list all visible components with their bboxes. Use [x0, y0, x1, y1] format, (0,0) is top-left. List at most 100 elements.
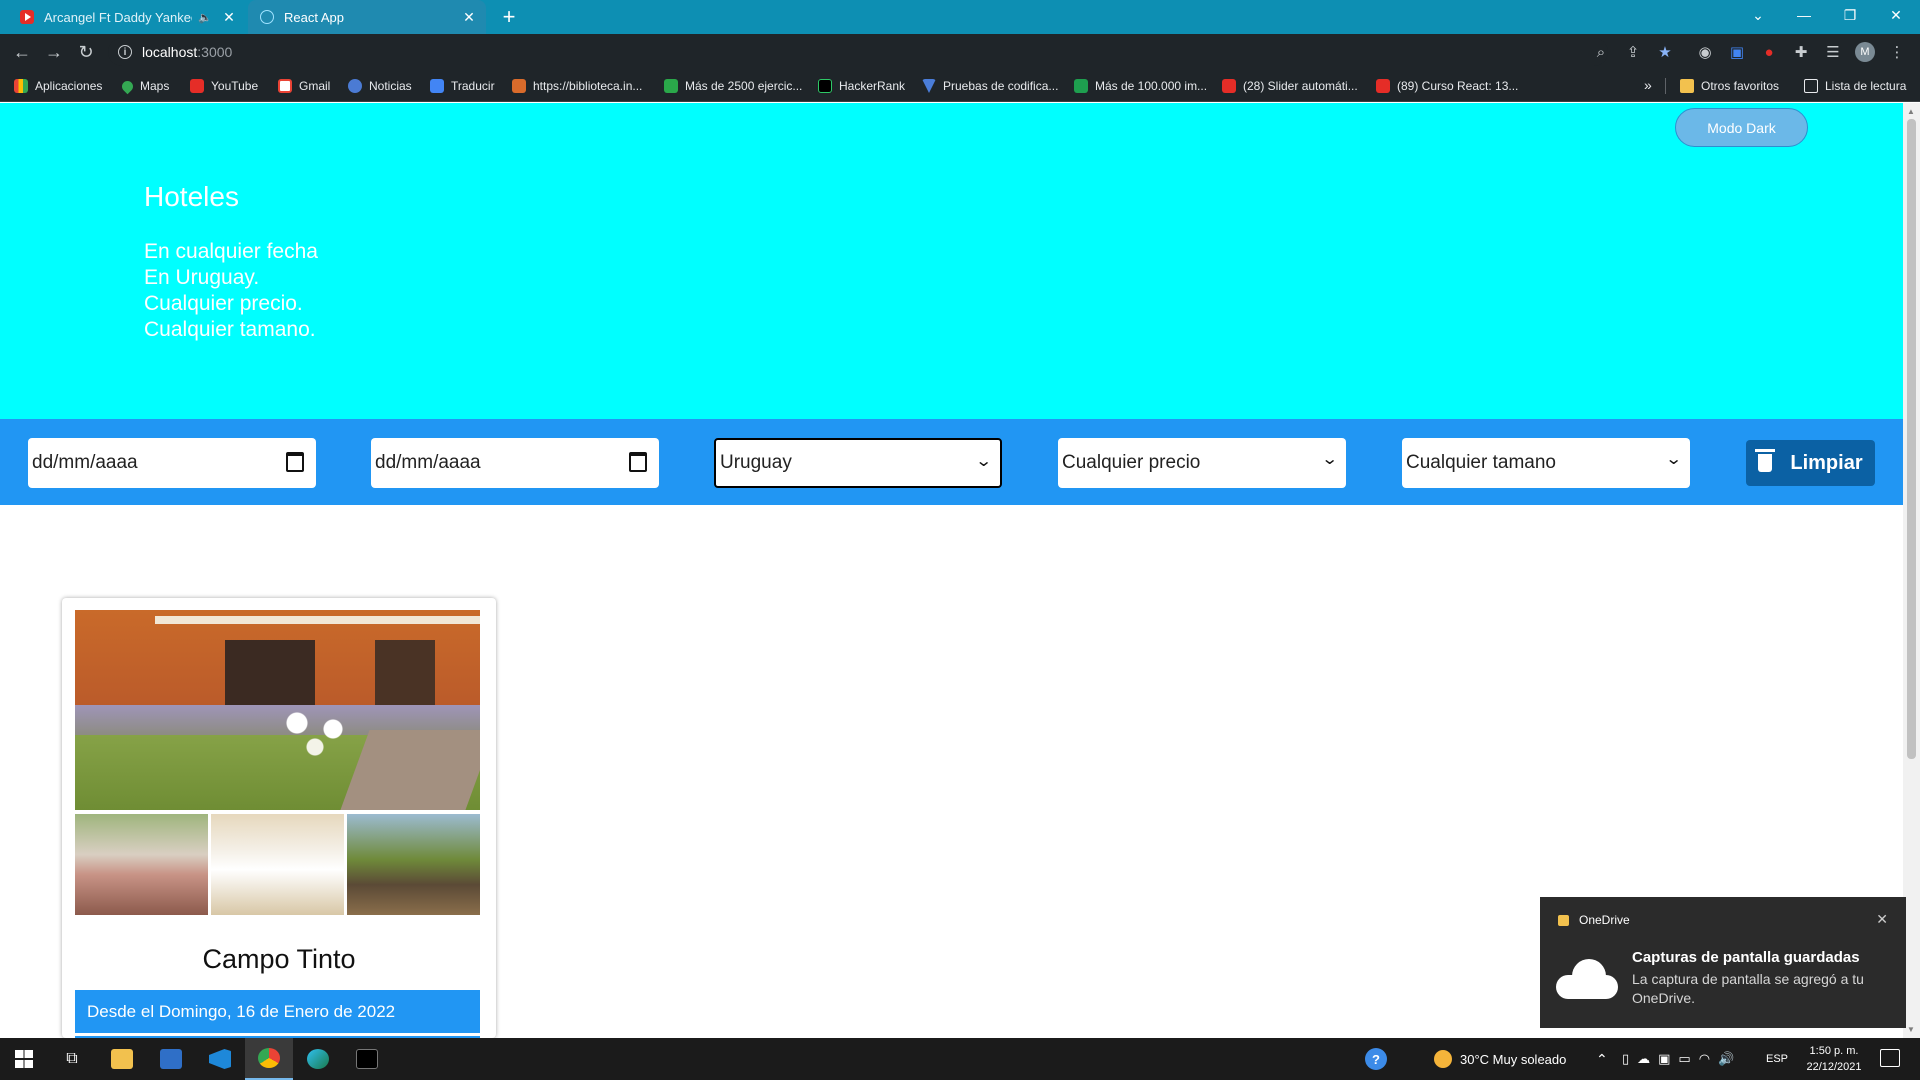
photo-pergola — [155, 616, 480, 624]
bookmark-maps[interactable]: Maps — [119, 70, 169, 102]
close-icon[interactable]: ✕ — [1876, 911, 1888, 928]
bookmark-youtube[interactable]: YouTube — [190, 70, 258, 102]
maps-pin-icon — [119, 78, 136, 94]
chrome-button[interactable] — [245, 1038, 293, 1080]
browser-tab-strip: Arcangel Ft Daddy Yankee Ft 🔈 ✕ React Ap… — [0, 0, 1920, 34]
clear-filters-button[interactable]: Limpiar — [1746, 440, 1875, 486]
translate-icon — [430, 79, 444, 93]
tests-icon — [922, 79, 936, 93]
tab-search-icon[interactable]: ⌄ — [1735, 0, 1781, 30]
date-to-input[interactable]: dd/mm/aaaa — [371, 438, 659, 488]
terminal-button[interactable] — [343, 1038, 391, 1080]
terminal-icon — [356, 1049, 378, 1069]
edge-button[interactable] — [294, 1038, 342, 1080]
help-icon: ? — [1365, 1048, 1387, 1070]
price-select[interactable]: Cualquier precio ⌄ — [1058, 438, 1346, 488]
help-tray[interactable]: ? — [1365, 1038, 1387, 1080]
record-extension-icon[interactable]: ● — [1759, 42, 1779, 62]
task-view-button[interactable]: ⧉ — [48, 1038, 96, 1080]
calendar-icon[interactable] — [286, 452, 304, 472]
bookmark-traducir[interactable]: Traducir — [430, 70, 495, 102]
tab-youtube[interactable]: Arcangel Ft Daddy Yankee Ft 🔈 ✕ — [10, 0, 246, 34]
bookmark-label: Más de 2500 ejercic... — [685, 79, 803, 93]
vscode-button[interactable] — [196, 1038, 244, 1080]
bookmark-slider[interactable]: (28) Slider automáti... — [1222, 70, 1358, 102]
input-language[interactable]: ESP — [1766, 1038, 1788, 1080]
hotel-thumb-picnic — [75, 814, 208, 915]
bookmark-biblioteca[interactable]: https://biblioteca.in... — [512, 70, 642, 102]
minimize-button[interactable]: — — [1781, 0, 1827, 30]
bookmark-noticias[interactable]: Noticias — [348, 70, 412, 102]
show-hidden-icons[interactable]: ⌃ — [1596, 1038, 1608, 1080]
menu-kebab-icon[interactable]: ⋮ — [1887, 42, 1907, 62]
new-tab-button[interactable]: + — [496, 4, 522, 30]
sun-icon — [1434, 1050, 1452, 1068]
reading-list-button[interactable]: Lista de lectura — [1804, 70, 1906, 102]
chevron-down-icon: ⌄ — [1320, 451, 1339, 468]
react-icon — [260, 10, 274, 24]
close-window-button[interactable]: ✕ — [1873, 0, 1919, 30]
close-tab-icon[interactable]: ✕ — [458, 9, 480, 26]
site-info-icon[interactable]: i — [118, 45, 132, 59]
scroll-down-icon[interactable]: ▼ — [1907, 1025, 1915, 1034]
extension-icon[interactable]: ◉ — [1695, 42, 1715, 62]
notification-center-icon[interactable] — [1880, 1049, 1900, 1067]
bookmark-label: YouTube — [211, 79, 259, 93]
gmail-icon — [278, 79, 292, 93]
news-icon — [348, 79, 362, 93]
clock[interactable]: 1:50 p. m. 22/12/2021 — [1795, 1043, 1873, 1075]
hero-banner: Hoteles En cualquier fecha En Uruguay. C… — [0, 103, 1903, 419]
tab-react-app[interactable]: React App ✕ — [248, 0, 486, 34]
tab-title: Arcangel Ft Daddy Yankee Ft — [44, 9, 192, 25]
size-select[interactable]: Cualquier tamano ⌄ — [1402, 438, 1690, 488]
file-explorer-button[interactable] — [98, 1038, 146, 1080]
clear-filters-label: Limpiar — [1790, 451, 1863, 474]
clock-time: 1:50 p. m. — [1809, 1045, 1859, 1057]
bookmark-gmail[interactable]: Gmail — [278, 70, 330, 102]
more-bookmarks-icon[interactable]: » — [1644, 77, 1652, 93]
bookmark-curso-react[interactable]: (89) Curso React: 13... — [1376, 70, 1518, 102]
puzzle-icon[interactable]: ✚ — [1791, 42, 1811, 62]
system-tray-icons[interactable]: ▯☁▣▭◠🔊 — [1622, 1038, 1742, 1080]
zoom-icon[interactable]: ⌕ — [1591, 42, 1611, 62]
hotel-card[interactable]: Campo Tinto Desde el Domingo, 16 de Ener… — [62, 598, 496, 1038]
profile-avatar[interactable]: M — [1855, 42, 1875, 62]
bookmark-star-icon[interactable]: ★ — [1655, 42, 1675, 62]
dark-mode-button[interactable]: Modo Dark — [1675, 108, 1808, 147]
hotel-thumb-terrace — [347, 814, 480, 915]
bookmark-label: (28) Slider automáti... — [1243, 79, 1358, 93]
start-button[interactable] — [0, 1038, 48, 1080]
back-icon[interactable]: ← — [10, 40, 34, 64]
date-from-input[interactable]: dd/mm/aaaa — [28, 438, 316, 488]
calendar-icon[interactable] — [629, 452, 647, 472]
notification-title: Capturas de pantalla guardadas — [1632, 949, 1860, 966]
translate-extension-icon[interactable]: ▣ — [1727, 42, 1747, 62]
country-select[interactable]: Uruguay ⌄ — [714, 438, 1002, 488]
restore-button[interactable]: ❐ — [1827, 0, 1873, 30]
media-control-icon[interactable]: ☰ — [1823, 42, 1843, 62]
windows-logo-icon — [15, 1050, 33, 1068]
share-icon[interactable]: ⇪ — [1623, 42, 1643, 62]
mute-audio-icon[interactable]: 🔈 — [198, 11, 212, 24]
scroll-thumb[interactable] — [1907, 119, 1916, 759]
bookmark-label: Más de 100.000 im... — [1095, 79, 1208, 93]
bookmark-aplicaciones[interactable]: Aplicaciones — [14, 70, 102, 102]
reload-icon[interactable]: ↻ — [74, 40, 98, 64]
notification-body: La captura de pantalla se agregó a tu On… — [1632, 971, 1864, 1006]
photos-app-button[interactable] — [147, 1038, 195, 1080]
apps-grid-icon — [14, 79, 28, 93]
onedrive-app-icon — [1558, 914, 1569, 926]
scroll-up-icon[interactable]: ▲ — [1907, 107, 1915, 116]
forward-icon[interactable]: → — [42, 40, 66, 64]
bookmark-pruebas[interactable]: Pruebas de codifica... — [922, 70, 1058, 102]
weather-text: 30°C Muy soleado — [1460, 1051, 1567, 1067]
close-tab-icon[interactable]: ✕ — [218, 9, 240, 26]
onedrive-notification[interactable]: OneDrive ✕ Capturas de pantalla guardada… — [1540, 897, 1906, 1028]
task-view-icon: ⧉ — [66, 1050, 78, 1067]
bookmark-hackerrank[interactable]: HackerRank — [818, 70, 905, 102]
weather-widget[interactable]: 30°C Muy soleado — [1434, 1038, 1566, 1080]
bookmark-imagenes[interactable]: Más de 100.000 im... — [1074, 70, 1207, 102]
bookmark-otros-favoritos[interactable]: Otros favoritos — [1680, 70, 1779, 102]
bookmark-ejercicios[interactable]: Más de 2500 ejercic... — [664, 70, 802, 102]
address-bar[interactable]: i localhost:3000 — [108, 38, 1608, 66]
